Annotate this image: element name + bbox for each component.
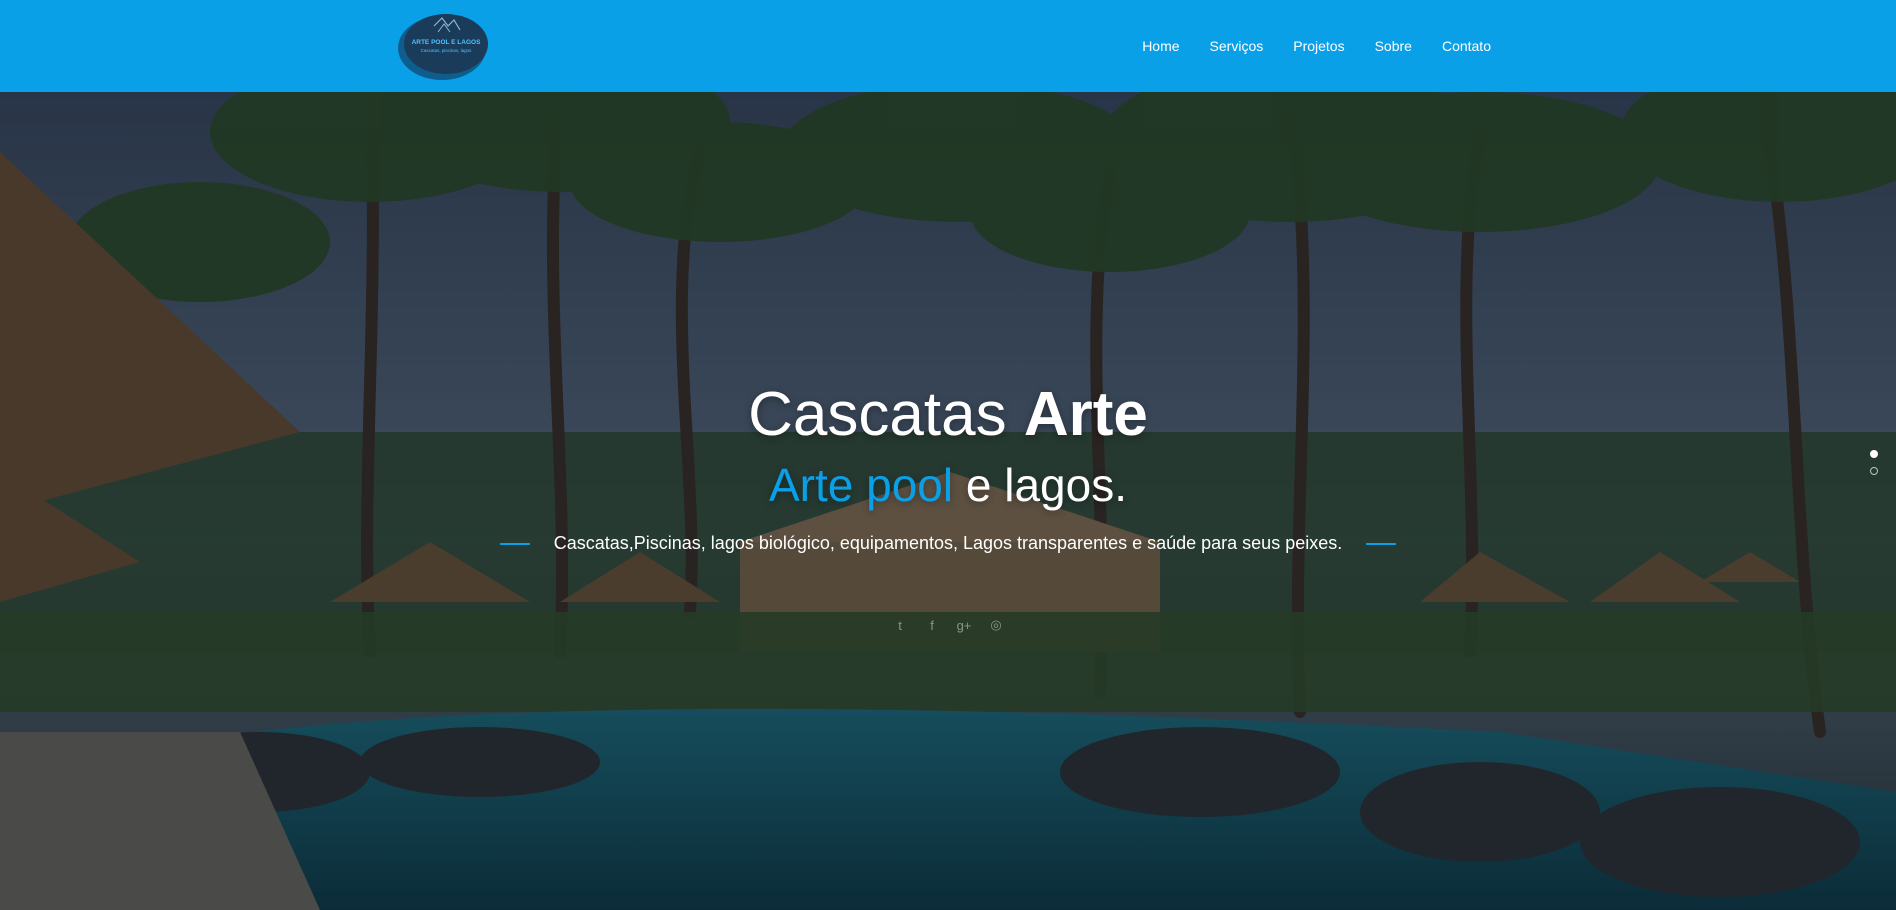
hero-tagline: Cascatas,Piscinas, lagos biológico, equi… <box>553 533 1343 553</box>
hero-title-bold: Arte <box>1023 380 1148 449</box>
hero-title: Cascatas Arte <box>0 382 1896 448</box>
dribbble-icon[interactable]: ◎ <box>987 616 1005 634</box>
hero-subtitle-rest: e lagos. <box>953 459 1128 511</box>
nav-home[interactable]: Home <box>1127 38 1194 54</box>
logo-tagline: Cascatas, piscinas, lagos <box>421 48 473 53</box>
social-links: t f g+ ◎ <box>0 616 1896 634</box>
hero-subtitle-accent: Arte pool <box>768 459 954 511</box>
nav-servicos[interactable]: Serviços <box>1195 38 1279 54</box>
slider-pagination <box>1870 450 1878 475</box>
logo-text: ARTE POOL E LAGOS <box>412 39 482 46</box>
hero-slider: Cascatas Arte Arte pool e lagos. Cascata… <box>0 92 1896 910</box>
facebook-icon[interactable]: f <box>923 616 941 634</box>
google-plus-icon[interactable]: g+ <box>955 616 973 634</box>
site-logo[interactable]: ARTE POOL E LAGOS Cascatas, piscinas, la… <box>398 10 492 82</box>
hero-subtitle: Arte pool e lagos. <box>0 460 1896 510</box>
slider-dot-1[interactable] <box>1870 450 1878 458</box>
main-nav: Home Serviços Projetos Sobre Contato <box>1127 0 1506 92</box>
hero-tagline-row: Cascatas,Piscinas, lagos biológico, equi… <box>0 533 1896 554</box>
slider-dot-2[interactable] <box>1870 467 1878 475</box>
nav-contato[interactable]: Contato <box>1427 38 1506 54</box>
twitter-icon[interactable]: t <box>891 616 909 634</box>
tagline-divider-left <box>499 542 530 545</box>
top-navbar: ARTE POOL E LAGOS Cascatas, piscinas, la… <box>0 0 1896 92</box>
hero-title-light: Cascatas <box>748 380 1024 449</box>
nav-sobre[interactable]: Sobre <box>1360 38 1427 54</box>
nav-projetos[interactable]: Projetos <box>1278 38 1359 54</box>
tagline-divider-right <box>1366 542 1397 545</box>
